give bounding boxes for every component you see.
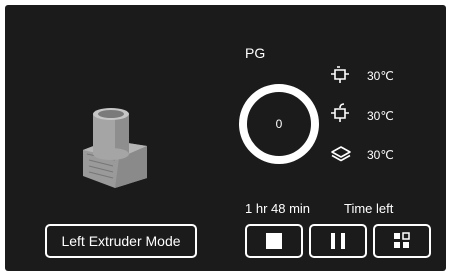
stop-button[interactable] bbox=[245, 224, 303, 258]
bed-temp: 30℃ bbox=[367, 148, 394, 162]
material-label: PG bbox=[245, 45, 266, 61]
time-left-label: Time left bbox=[344, 201, 394, 216]
more-button[interactable] bbox=[373, 224, 431, 258]
bed-layers-icon bbox=[331, 146, 351, 162]
printer-screen: Left Extruder Mode PG 0 30℃ 30℃ 30℃ 1 hr… bbox=[5, 5, 446, 271]
pause-button[interactable] bbox=[309, 224, 367, 258]
right-nozzle-temp: 30℃ bbox=[367, 109, 394, 123]
left-nozzle-temp: 30℃ bbox=[367, 69, 394, 83]
pause-icon bbox=[331, 233, 345, 249]
left-nozzle-icon bbox=[331, 66, 349, 83]
time-remaining: 1 hr 48 min bbox=[245, 201, 311, 216]
model-preview bbox=[83, 108, 147, 188]
left-extruder-mode-button[interactable]: Left Extruder Mode bbox=[45, 224, 197, 258]
more-icon bbox=[394, 232, 410, 248]
progress-value: 0 bbox=[275, 117, 283, 131]
stop-icon bbox=[266, 233, 282, 249]
right-nozzle-icon bbox=[331, 103, 349, 122]
